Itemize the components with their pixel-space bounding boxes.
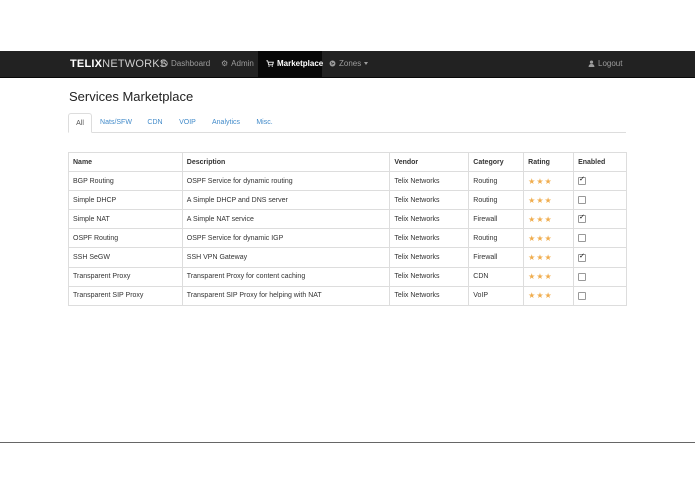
table-row: Transparent Proxy Transparent Proxy for c…	[68, 266, 627, 287]
column-header-vendor: Vendor	[389, 151, 470, 173]
table-header-row: Name Description Vendor Category Rating …	[68, 151, 627, 173]
enabled-checkbox[interactable]	[578, 291, 587, 300]
tab-all[interactable]: All	[68, 113, 92, 133]
star-rating-icon: ★★★	[528, 253, 553, 263]
cell-rating: ★★★	[523, 190, 575, 211]
cell-category: Routing	[468, 171, 525, 192]
star-rating-icon: ★★★	[528, 272, 553, 282]
cell-description: OSPF Service for dynamic IGP	[181, 228, 391, 249]
cell-category: Routing	[468, 228, 525, 249]
cell-vendor: Telix Networks	[389, 190, 470, 211]
tab-misc[interactable]: Misc.	[251, 113, 278, 132]
cell-category: CDN	[468, 266, 525, 287]
cell-name: Transparent Proxy	[68, 266, 183, 287]
cell-category: Routing	[468, 190, 525, 211]
nav-marketplace-label: Marketplace	[277, 59, 324, 68]
cell-vendor: Telix Networks	[389, 285, 470, 306]
tab-analytics[interactable]: Analytics	[207, 113, 245, 132]
star-rating-icon: ★★★	[528, 195, 553, 205]
cell-vendor: Telix Networks	[389, 209, 470, 230]
nav-zones-label: Zones	[339, 59, 362, 68]
category-tabs: All Nats/SFW CDN VOIP Analytics Misc.	[68, 113, 626, 133]
enabled-checkbox[interactable]	[578, 272, 587, 281]
enabled-checkbox[interactable]	[578, 213, 587, 224]
cell-rating: ★★★	[523, 171, 575, 192]
star-rating-icon: ★★★	[528, 214, 553, 224]
table-row: Transparent SIP Proxy Transparent SIP Pro…	[68, 285, 627, 306]
column-header-rating: Rating	[523, 151, 575, 173]
page-title: Services Marketplace	[69, 89, 194, 104]
table-body: BGP Routing OSPF Service for dynamic rout…	[68, 171, 627, 306]
nav-marketplace[interactable]: Marketplace	[258, 51, 324, 77]
cell-description: SSH VPN Gateway	[181, 247, 391, 268]
cell-rating: ★★★	[523, 247, 575, 268]
tab-voip[interactable]: VOIP	[174, 113, 201, 132]
tab-nats-sfw[interactable]: Nats/SFW	[96, 113, 136, 132]
enabled-checkbox[interactable]	[578, 234, 587, 243]
gear-icon: ⚙	[221, 59, 229, 68]
cell-enabled	[573, 190, 627, 211]
logout-label: Logout	[598, 59, 623, 68]
cell-rating: ★★★	[523, 209, 575, 230]
cell-name: SSH SeGW	[68, 247, 183, 268]
table-row: Simple NAT A Simple NAT service Telix Netw…	[68, 209, 627, 230]
enabled-checkbox[interactable]	[578, 175, 587, 186]
cell-rating: ★★★	[523, 285, 575, 306]
enabled-checkbox[interactable]	[578, 252, 587, 262]
nav-admin-label: Admin	[231, 59, 254, 68]
nav-admin[interactable]: ⚙ Admin	[213, 51, 262, 77]
star-rating-icon: ★★★	[528, 291, 553, 301]
cell-description: A Simple NAT service	[181, 209, 391, 230]
chevron-down-icon	[364, 62, 369, 66]
cell-enabled	[573, 266, 627, 287]
table-row: SSH SeGW SSH VPN Gateway Telix Networks Fir…	[68, 247, 627, 268]
table-row: OSPF Routing OSPF Service for dynamic IGP…	[68, 228, 627, 249]
nav-dashboard-label: Dashboard	[171, 59, 211, 68]
column-header-name: Name	[68, 151, 183, 173]
divider	[0, 442, 695, 443]
cell-enabled	[573, 285, 627, 306]
cell-enabled	[573, 228, 627, 249]
nav-zones-dropdown[interactable]: Zones	[321, 51, 376, 77]
tab-cdn[interactable]: CDN	[142, 113, 168, 132]
cell-name: OSPF Routing	[68, 228, 183, 249]
services-table: Name Description Vendor Category Rating …	[68, 151, 627, 306]
star-rating-icon: ★★★	[528, 233, 553, 243]
cell-description: Transparent Proxy for content caching	[181, 266, 391, 287]
cell-name: Simple DHCP	[68, 190, 183, 211]
cell-description: Transparent SIP Proxy for helping with N…	[181, 285, 391, 306]
logout-link[interactable]: Logout	[580, 51, 630, 77]
nav-dashboard[interactable]: Dashboard	[153, 51, 218, 77]
cell-category: Firewall	[468, 247, 525, 268]
cell-enabled	[573, 171, 627, 192]
cell-vendor: Telix Networks	[389, 228, 470, 249]
cart-icon	[266, 51, 274, 77]
cell-category: VoIP	[468, 285, 525, 306]
table-row: BGP Routing OSPF Service for dynamic rout…	[68, 171, 627, 192]
clock-icon	[161, 51, 168, 77]
cell-vendor: Telix Networks	[389, 247, 470, 268]
cell-vendor: Telix Networks	[389, 266, 470, 287]
globe-icon	[329, 51, 336, 77]
cell-rating: ★★★	[523, 266, 575, 287]
cell-name: Simple NAT	[68, 209, 183, 230]
column-header-enabled: Enabled	[573, 151, 627, 173]
cell-description: A Simple DHCP and DNS server	[181, 190, 391, 211]
user-icon	[588, 51, 595, 77]
table-row: Simple DHCP A Simple DHCP and DNS server T…	[68, 190, 627, 211]
column-header-category: Category	[468, 151, 525, 173]
cell-rating: ★★★	[523, 228, 575, 249]
top-navbar: TELIXNETWORKS Dashboard ⚙ Admin Marketpla…	[0, 51, 695, 78]
star-rating-icon: ★★★	[528, 176, 553, 186]
cell-vendor: Telix Networks	[389, 171, 470, 192]
enabled-checkbox[interactable]	[578, 196, 587, 205]
cell-name: BGP Routing	[68, 171, 183, 192]
cell-description: OSPF Service for dynamic routing	[181, 171, 391, 192]
cell-category: Firewall	[468, 209, 525, 230]
column-header-description: Description	[181, 151, 391, 173]
cell-name: Transparent SIP Proxy	[68, 285, 183, 306]
cell-enabled	[573, 247, 627, 268]
cell-enabled	[573, 209, 627, 230]
